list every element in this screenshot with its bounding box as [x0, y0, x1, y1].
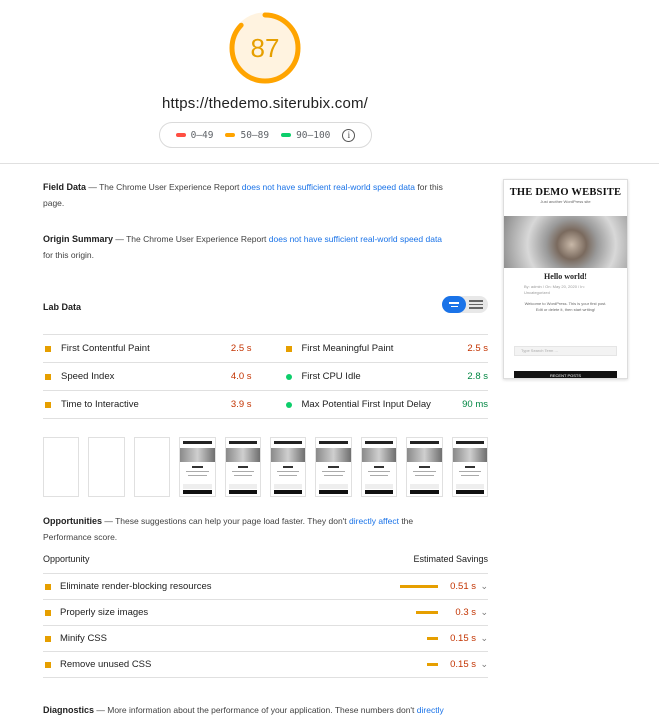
filmstrip-frame [270, 437, 307, 497]
filmstrip-frame [315, 437, 352, 497]
savings-bar [400, 585, 438, 588]
savings-bar [426, 663, 438, 666]
thumb-site-title: THE DEMO WEBSITE [509, 187, 622, 198]
average-square-icon [45, 583, 51, 590]
filmstrip [43, 437, 489, 497]
thumb-site-tagline: Just another WordPress site [540, 199, 591, 204]
filmstrip-frame [406, 437, 443, 497]
tested-url: https://thedemo.siterubix.com/ [161, 95, 369, 112]
average-square-icon [45, 401, 51, 408]
opportunity-row[interactable]: Eliminate render-blocking resources 0.51 … [43, 574, 488, 600]
diagnostics-title: Diagnostics [43, 705, 95, 715]
savings-bar [426, 637, 438, 640]
field-data-title: Field Data [43, 182, 87, 192]
directly-affect-link[interactable]: directly affect [349, 516, 399, 526]
filmstrip-frame [224, 437, 262, 497]
diagnostics-section: Diagnostics — More information about the… [43, 705, 444, 715]
metric-first-contentful-paint: First Contentful Paint 2.5 s [43, 335, 266, 362]
average-square-icon [45, 609, 51, 616]
legend-pass-swatch [281, 133, 292, 137]
legend-fail: 0–49 [175, 130, 213, 141]
origin-summary-title: Origin Summary [43, 234, 114, 244]
metric-speed-index: Speed Index 4.0 s [43, 363, 266, 390]
metric-max-potential-fid: Max Potential First Input Delay 90 ms [266, 391, 488, 418]
view-toggle[interactable] [442, 296, 488, 313]
legend-pass: 90–100 [281, 130, 330, 141]
opportunity-row[interactable]: Remove unused CSS 0.15 s ⌄ [43, 652, 488, 678]
metric-first-meaningful-paint: First Meaningful Paint 2.5 s [266, 335, 488, 362]
origin-summary-section: Origin Summary — The Chrome User Experie… [43, 234, 443, 260]
filmstrip-frame-blank [88, 437, 125, 497]
chevron-down-icon[interactable]: ⌄ [476, 659, 488, 670]
legend-fail-swatch [175, 133, 186, 137]
average-square-icon [45, 373, 51, 380]
average-square-icon [45, 635, 51, 642]
filmstrip-frame-blank [43, 437, 80, 497]
opportunities-list: Eliminate render-blocking resources 0.51 … [43, 574, 488, 678]
legend-average-swatch [225, 133, 236, 137]
chevron-down-icon[interactable]: ⌄ [476, 607, 488, 618]
header-divider [0, 163, 659, 164]
lab-data-title: Lab Data [43, 302, 82, 312]
pass-circle-icon [285, 401, 292, 408]
opportunity-row[interactable]: Minify CSS 0.15 s ⌄ [43, 626, 488, 652]
opportunities-section: Opportunities — These suggestions can he… [43, 516, 414, 542]
opportunity-row[interactable]: Properly size images 0.3 s ⌄ [43, 600, 488, 626]
detail-view-icon[interactable] [469, 300, 483, 309]
list-view-icon[interactable] [442, 296, 466, 313]
info-icon[interactable]: i [342, 128, 356, 142]
opportunities-header: Opportunity Estimated Savings [43, 554, 488, 574]
metric-first-cpu-idle: First CPU Idle 2.8 s [266, 363, 488, 390]
diagnostics-link[interactable]: directly [417, 705, 444, 715]
origin-summary-link[interactable]: does not have sufficient real-world spee… [269, 234, 442, 244]
filmstrip-frame [360, 437, 398, 497]
filmstrip-frame [451, 437, 489, 497]
thumb-search-input: Type Search Term ... [514, 346, 617, 356]
score-legend: 0–49 50–89 90–100 i [159, 122, 372, 148]
thumb-post-meta: By: admin / On: May 20, 2020 / In: Uncat… [524, 284, 585, 295]
savings-bar [415, 611, 438, 614]
performance-score: 87 [250, 32, 280, 63]
filmstrip-frame-blank [133, 437, 171, 497]
thumb-post-title: Hello world! [544, 272, 587, 281]
thumb-hero-image [504, 216, 627, 268]
metric-time-to-interactive: Time to Interactive 3.9 s [43, 391, 266, 418]
average-square-icon [285, 345, 292, 352]
col-opportunity: Opportunity [43, 554, 90, 564]
metrics-row: Speed Index 4.0 s First CPU Idle 2.8 s [43, 363, 488, 391]
thumb-recent-posts: RECENT POSTS [514, 371, 617, 378]
chevron-down-icon[interactable]: ⌄ [476, 581, 488, 592]
metrics-row: First Contentful Paint 2.5 s First Meanin… [43, 335, 488, 363]
legend-average: 50–89 [225, 130, 269, 141]
final-screenshot: THE DEMO WEBSITE Just another WordPress … [503, 179, 628, 379]
col-estimated-savings: Estimated Savings [413, 554, 488, 564]
lab-metrics: First Contentful Paint 2.5 s First Meanin… [43, 334, 488, 419]
chevron-down-icon[interactable]: ⌄ [476, 633, 488, 644]
metrics-row: Time to Interactive 3.9 s Max Potential F… [43, 391, 488, 419]
average-square-icon [45, 661, 51, 668]
field-data-link[interactable]: does not have sufficient real-world spee… [242, 182, 415, 192]
average-square-icon [45, 345, 51, 352]
opportunities-title: Opportunities [43, 516, 102, 526]
filmstrip-frame [179, 437, 216, 497]
field-data-section: Field Data — The Chrome User Experience … [43, 182, 443, 208]
thumb-post-excerpt: Welcome to WordPress. This is your first… [524, 301, 607, 312]
pass-circle-icon [285, 373, 292, 380]
